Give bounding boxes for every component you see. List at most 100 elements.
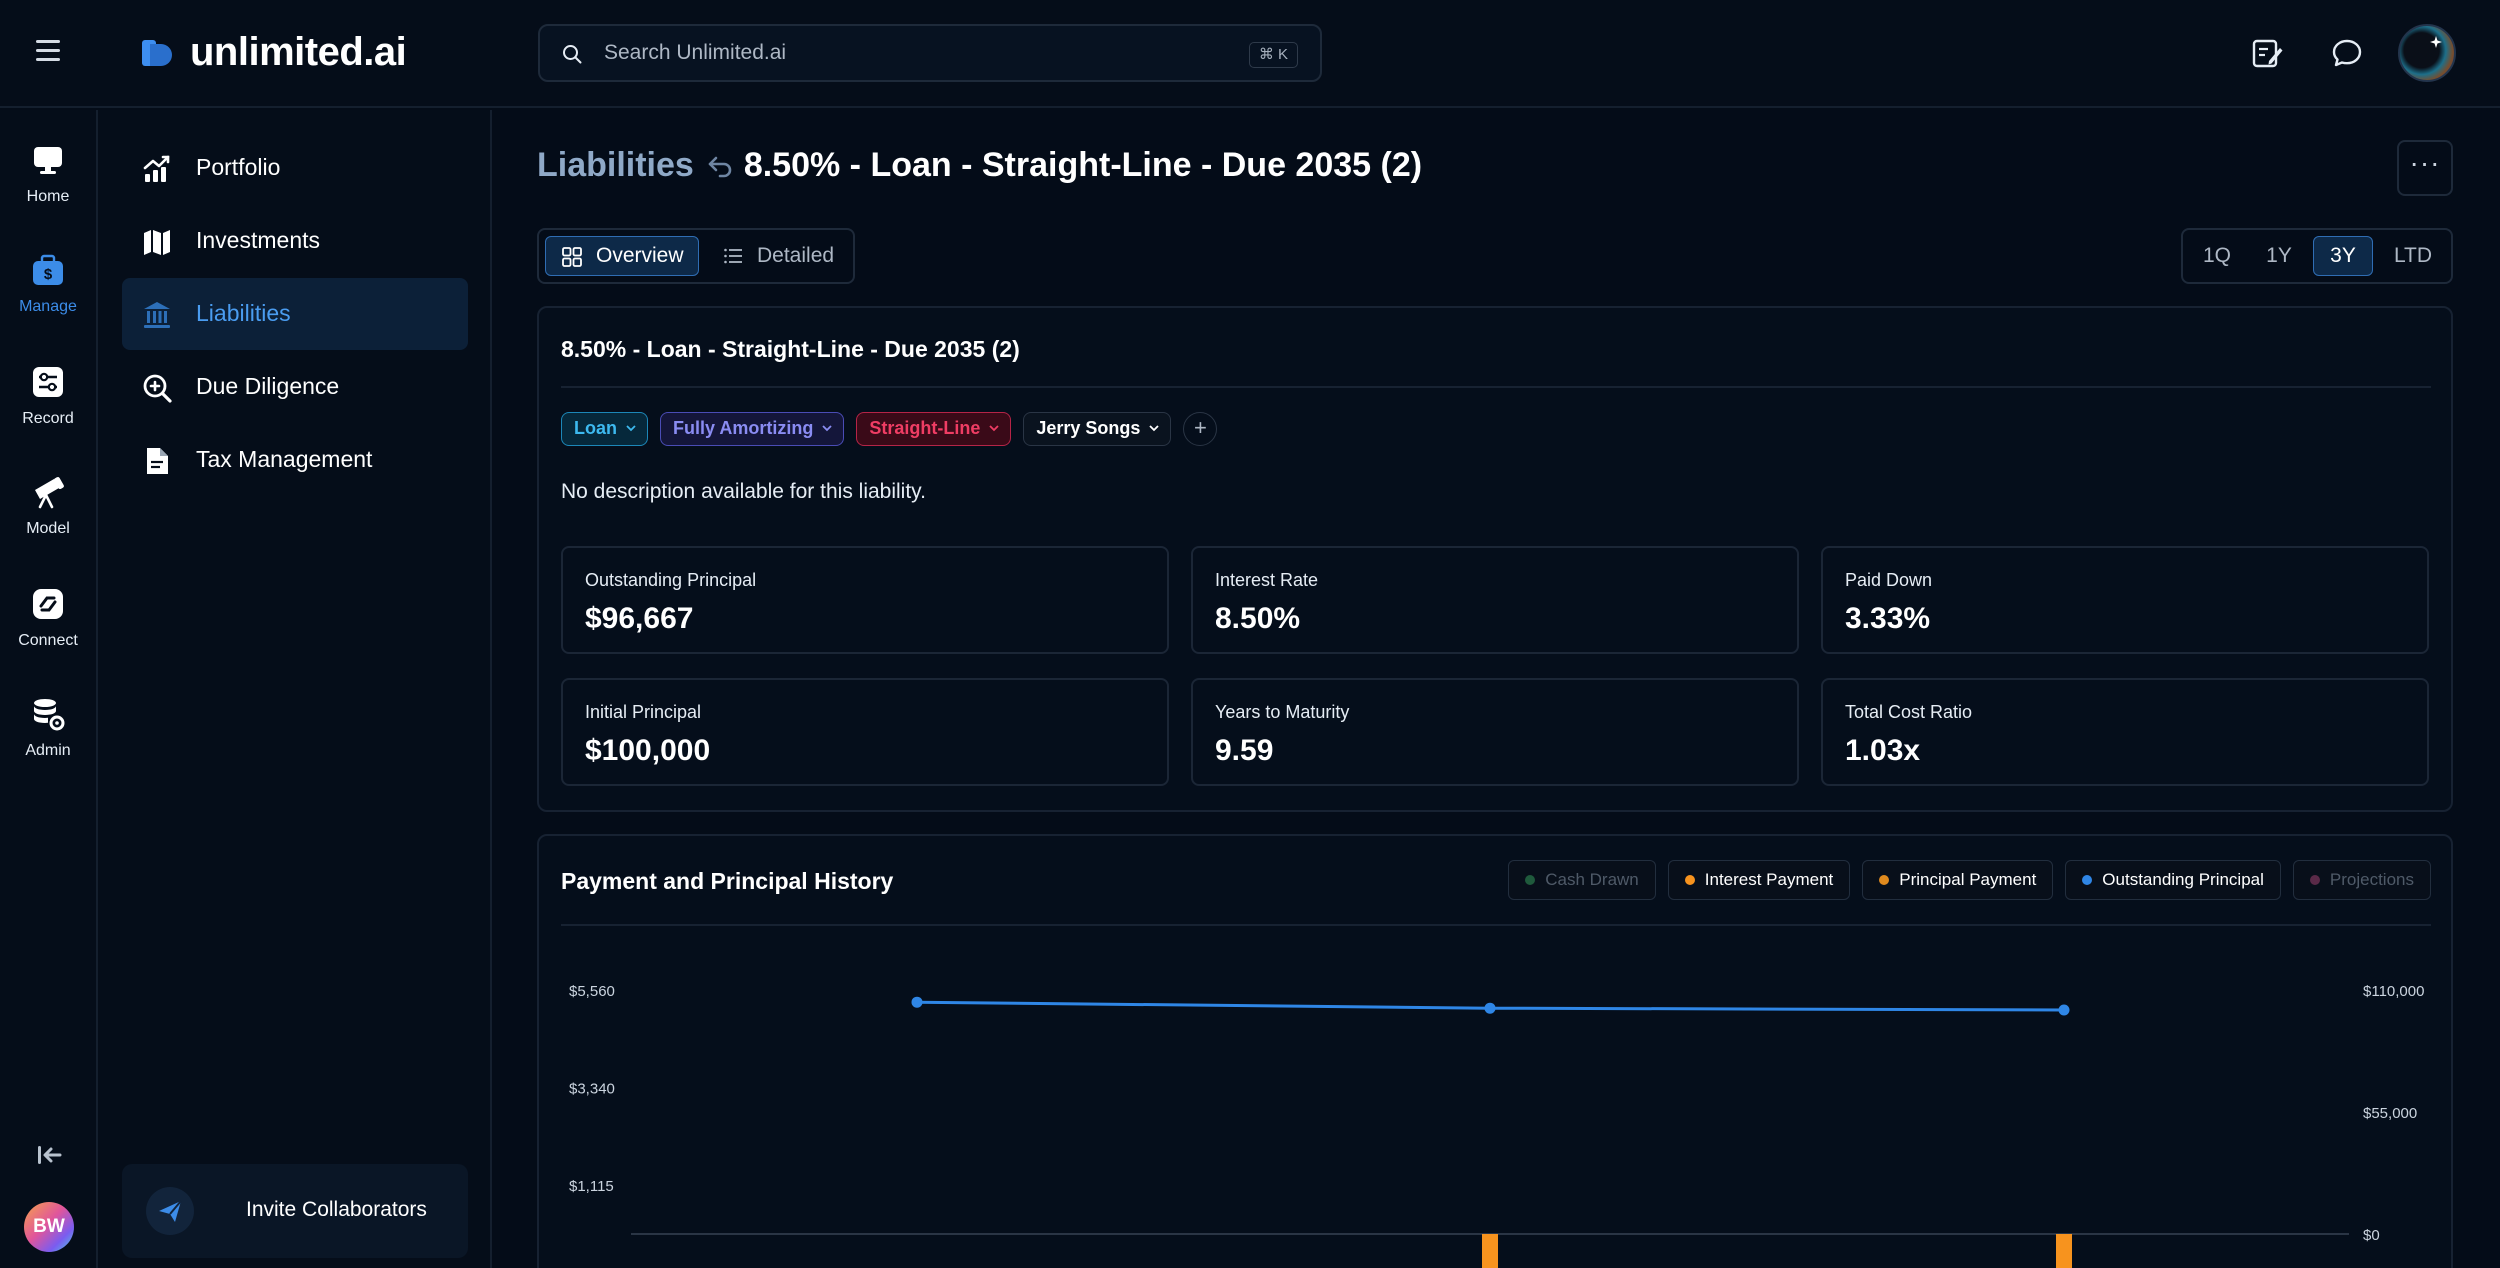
- stat-interest-rate: Interest Rate 8.50%: [1191, 546, 1799, 654]
- invite-collaborators-button[interactable]: Invite Collaborators: [122, 1164, 468, 1258]
- rail-label: Connect: [18, 632, 78, 649]
- rail-item-connect[interactable]: Connect: [0, 586, 96, 650]
- overview-tab-label: Overview: [596, 244, 684, 267]
- interest-payment-bar: [1482, 1234, 1498, 1268]
- add-tag-button[interactable]: +: [1183, 412, 1218, 446]
- chart-up-icon: [143, 155, 170, 182]
- breadcrumb-parent-link[interactable]: Liabilities: [537, 146, 694, 185]
- sidebar-item-investments[interactable]: Investments: [122, 205, 468, 277]
- database-gear-icon: [34, 699, 65, 731]
- bank-icon: [144, 302, 170, 328]
- monitor-icon: [34, 147, 62, 174]
- tag-list: Loan Fully Amortizing Straight-Line Jerr…: [561, 412, 1218, 446]
- chevron-down-icon: [989, 425, 999, 432]
- tag-label: Fully Amortizing: [673, 418, 814, 438]
- telescope-icon: [35, 477, 64, 509]
- detailed-tab[interactable]: Detailed: [707, 236, 847, 276]
- secondary-sidebar: Portfolio Investments Liabilities Due Di…: [98, 110, 492, 1268]
- rail-label: Record: [22, 410, 74, 427]
- current-user-avatar[interactable]: BW: [24, 1202, 74, 1252]
- more-options-button[interactable]: ···: [2397, 140, 2453, 196]
- search-zoom-icon: [143, 374, 172, 403]
- stat-label: Total Cost Ratio: [1845, 702, 1973, 722]
- y-right-tick-label: $110,000: [2363, 983, 2424, 1000]
- stat-label: Interest Rate: [1215, 570, 1319, 590]
- stat-value: 3.33%: [1845, 602, 1931, 635]
- collapse-sidebar-icon[interactable]: [36, 1144, 62, 1166]
- tag-type-dropdown[interactable]: Loan: [561, 412, 648, 446]
- tag-label: Loan: [574, 418, 617, 438]
- rail-item-record[interactable]: Record: [0, 364, 96, 428]
- invite-label: Invite Collaborators: [246, 1198, 427, 1221]
- view-toggle: Overview Detailed: [537, 228, 855, 284]
- divider: [561, 386, 2431, 388]
- overview-tab[interactable]: Overview: [545, 236, 699, 276]
- grid-icon: [562, 247, 582, 267]
- search-icon: [563, 45, 582, 64]
- chevron-down-icon: [626, 425, 636, 432]
- user-avatar[interactable]: [2398, 24, 2456, 82]
- sidebar-item-label: Due Diligence: [196, 373, 340, 399]
- sidebar-item-portfolio[interactable]: Portfolio: [122, 132, 468, 204]
- tag-amortization-dropdown[interactable]: Fully Amortizing: [660, 412, 845, 446]
- briefcase-dollar-icon: $: [33, 254, 63, 285]
- menu-icon[interactable]: [36, 40, 60, 62]
- interest-payment-bar: [2056, 1234, 2072, 1268]
- notes-edit-icon[interactable]: [2250, 36, 2284, 70]
- payment-principal-chart: $5,560 $3,340 $1,115 $110,000 $55,000 $0: [569, 983, 2424, 1268]
- outstanding-principal-point: [1484, 1002, 1496, 1014]
- stat-outstanding-principal: Outstanding Principal $96,667: [561, 546, 1169, 654]
- connect-icon: [33, 589, 63, 619]
- stat-paid-down: Paid Down 3.33%: [1821, 546, 2429, 654]
- tag-owner-dropdown[interactable]: Jerry Songs: [1023, 412, 1172, 446]
- stat-value: 9.59: [1215, 734, 1274, 767]
- sidebar-item-tax-management[interactable]: Tax Management: [122, 424, 468, 496]
- stat-label: Years to Maturity: [1215, 702, 1350, 722]
- logo-mark-icon: [142, 38, 172, 68]
- rail-label: Model: [26, 520, 70, 537]
- list-icon: [724, 248, 742, 264]
- top-bar: unlimited.ai ⌘ K: [0, 0, 2500, 108]
- primary-rail: Home $ Manage Record Model Connect Admin…: [0, 110, 98, 1268]
- stat-label: Paid Down: [1845, 570, 1933, 590]
- rail-label: Manage: [19, 298, 77, 315]
- period-selector: 1Q 1Y 3Y LTD: [2181, 228, 2453, 284]
- payment-history-card: Payment and Principal History Cash Drawn…: [537, 834, 2453, 1268]
- rail-label: Home: [26, 188, 70, 205]
- search-shortcut-badge: ⌘ K: [1248, 42, 1298, 68]
- outstanding-principal-point: [2058, 1004, 2070, 1016]
- period-1q-button[interactable]: 1Q: [2187, 236, 2247, 276]
- stat-initial-principal: Initial Principal $100,000: [561, 678, 1169, 786]
- rail-item-model[interactable]: Model: [0, 474, 96, 538]
- y-left-tick-label: $1,115: [569, 1178, 614, 1195]
- search-box[interactable]: ⌘ K: [538, 24, 1322, 82]
- breadcrumb: Liabilities 8.50% - Loan - Straight-Line…: [537, 146, 1422, 185]
- sidebar-item-due-diligence[interactable]: Due Diligence: [122, 351, 468, 423]
- tag-method-dropdown[interactable]: Straight-Line: [856, 412, 1012, 446]
- map-icon: [144, 230, 170, 255]
- stat-label: Outstanding Principal: [585, 570, 757, 590]
- page-title: 8.50% - Loan - Straight-Line - Due 2035 …: [743, 146, 1423, 184]
- rail-item-admin[interactable]: Admin: [0, 696, 96, 760]
- sliders-icon: [33, 367, 63, 397]
- stat-total-cost-ratio: Total Cost Ratio 1.03x: [1821, 678, 2429, 786]
- rail-item-manage[interactable]: $ Manage: [0, 252, 96, 316]
- y-right-tick-label: $55,000: [2363, 1105, 2417, 1122]
- detailed-tab-label: Detailed: [757, 244, 835, 267]
- sidebar-item-label: Tax Management: [196, 446, 373, 472]
- stat-label: Initial Principal: [585, 702, 702, 722]
- paper-plane-icon: [159, 1200, 182, 1222]
- period-1y-button[interactable]: 1Y: [2249, 236, 2309, 276]
- app-logo[interactable]: unlimited.ai: [142, 30, 407, 75]
- logo-text: unlimited.ai: [190, 30, 407, 74]
- chevron-down-icon: [1149, 425, 1160, 432]
- rail-item-home[interactable]: Home: [0, 142, 96, 206]
- y-left-tick-label: $5,560: [569, 983, 615, 1000]
- sidebar-item-liabilities[interactable]: Liabilities: [122, 278, 468, 350]
- invite-icon-wrap: [146, 1187, 194, 1235]
- stat-years-to-maturity: Years to Maturity 9.59: [1191, 678, 1799, 786]
- chat-bubble-icon[interactable]: [2330, 36, 2364, 70]
- period-ltd-button[interactable]: LTD: [2381, 236, 2445, 276]
- search-input[interactable]: [604, 38, 1164, 68]
- period-3y-button[interactable]: 3Y: [2313, 236, 2373, 276]
